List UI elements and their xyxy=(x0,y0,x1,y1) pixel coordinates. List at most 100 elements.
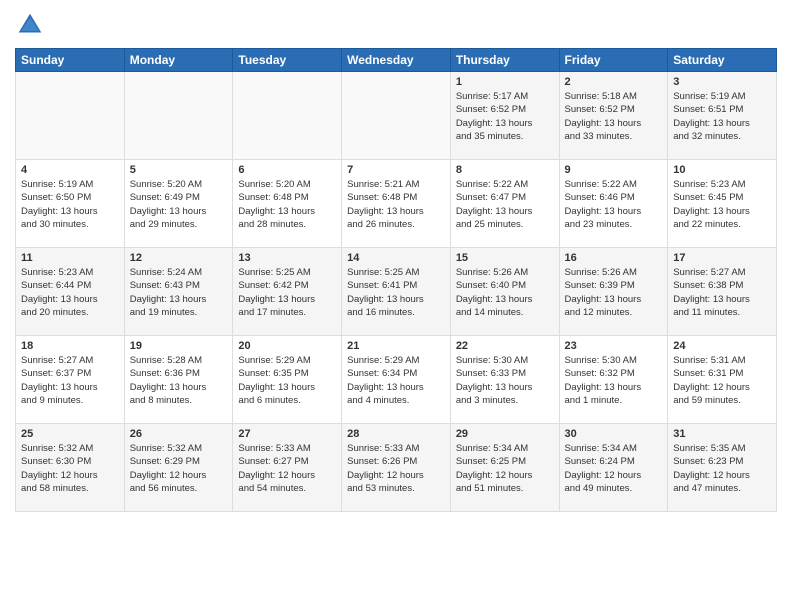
day-number: 13 xyxy=(238,252,336,264)
calendar-cell: 5 Sunrise: 5:20 AM Sunset: 6:49 PM Daylig… xyxy=(124,160,233,248)
calendar-week-row: 1 Sunrise: 5:17 AM Sunset: 6:52 PM Daylig… xyxy=(16,72,777,160)
day-number: 20 xyxy=(238,340,336,352)
day-number: 21 xyxy=(347,340,445,352)
day-info: Sunrise: 5:20 AM Sunset: 6:49 PM Dayligh… xyxy=(130,178,228,231)
day-number: 28 xyxy=(347,428,445,440)
col-header-tuesday: Tuesday xyxy=(233,49,342,72)
calendar-week-row: 18 Sunrise: 5:27 AM Sunset: 6:37 PM Dayli… xyxy=(16,336,777,424)
calendar-cell: 30 Sunrise: 5:34 AM Sunset: 6:24 PM Dayli… xyxy=(559,424,668,512)
calendar-cell: 3 Sunrise: 5:19 AM Sunset: 6:51 PM Daylig… xyxy=(668,72,777,160)
calendar-cell: 8Sunrise: 5:22 AM Sunset: 6:47 PM Daylig… xyxy=(450,160,559,248)
day-info: Sunrise: 5:31 AM Sunset: 6:31 PM Dayligh… xyxy=(673,354,771,407)
day-info: Sunrise: 5:34 AM Sunset: 6:24 PM Dayligh… xyxy=(565,442,663,495)
calendar-week-row: 11Sunrise: 5:23 AM Sunset: 6:44 PM Dayli… xyxy=(16,248,777,336)
day-number: 24 xyxy=(673,340,771,352)
col-header-sunday: Sunday xyxy=(16,49,125,72)
day-number: 5 xyxy=(130,164,228,176)
day-number: 22 xyxy=(456,340,554,352)
day-info: Sunrise: 5:26 AM Sunset: 6:40 PM Dayligh… xyxy=(456,266,554,319)
day-number: 10 xyxy=(673,164,771,176)
day-number: 16 xyxy=(565,252,663,264)
day-info: Sunrise: 5:28 AM Sunset: 6:36 PM Dayligh… xyxy=(130,354,228,407)
day-info: Sunrise: 5:26 AM Sunset: 6:39 PM Dayligh… xyxy=(565,266,663,319)
calendar-cell: 20Sunrise: 5:29 AM Sunset: 6:35 PM Dayli… xyxy=(233,336,342,424)
calendar-table: SundayMondayTuesdayWednesdayThursdayFrid… xyxy=(15,48,777,512)
day-info: Sunrise: 5:17 AM Sunset: 6:52 PM Dayligh… xyxy=(456,90,554,143)
calendar-cell: 13 Sunrise: 5:25 AM Sunset: 6:42 PM Dayli… xyxy=(233,248,342,336)
calendar-week-row: 25 Sunrise: 5:32 AM Sunset: 6:30 PM Dayli… xyxy=(16,424,777,512)
day-number: 12 xyxy=(130,252,228,264)
day-info: Sunrise: 5:27 AM Sunset: 6:38 PM Dayligh… xyxy=(673,266,771,319)
day-info: Sunrise: 5:33 AM Sunset: 6:27 PM Dayligh… xyxy=(238,442,336,495)
day-info: Sunrise: 5:27 AM Sunset: 6:37 PM Dayligh… xyxy=(21,354,119,407)
logo xyxy=(15,10,50,40)
page-container: SundayMondayTuesdayWednesdayThursdayFrid… xyxy=(0,0,792,612)
day-number: 2 xyxy=(565,76,663,88)
calendar-cell: 14Sunrise: 5:25 AM Sunset: 6:41 PM Dayli… xyxy=(342,248,451,336)
day-number: 30 xyxy=(565,428,663,440)
day-number: 3 xyxy=(673,76,771,88)
calendar-cell: 23 Sunrise: 5:30 AM Sunset: 6:32 PM Dayli… xyxy=(559,336,668,424)
col-header-thursday: Thursday xyxy=(450,49,559,72)
day-number: 18 xyxy=(21,340,119,352)
calendar-cell: 26 Sunrise: 5:32 AM Sunset: 6:29 PM Dayli… xyxy=(124,424,233,512)
day-info: Sunrise: 5:30 AM Sunset: 6:33 PM Dayligh… xyxy=(456,354,554,407)
day-number: 9 xyxy=(565,164,663,176)
calendar-cell xyxy=(233,72,342,160)
col-header-wednesday: Wednesday xyxy=(342,49,451,72)
col-header-monday: Monday xyxy=(124,49,233,72)
page-header xyxy=(15,10,777,40)
calendar-cell: 25 Sunrise: 5:32 AM Sunset: 6:30 PM Dayli… xyxy=(16,424,125,512)
day-info: Sunrise: 5:33 AM Sunset: 6:26 PM Dayligh… xyxy=(347,442,445,495)
calendar-cell xyxy=(342,72,451,160)
day-info: Sunrise: 5:32 AM Sunset: 6:30 PM Dayligh… xyxy=(21,442,119,495)
day-info: Sunrise: 5:18 AM Sunset: 6:52 PM Dayligh… xyxy=(565,90,663,143)
day-number: 14 xyxy=(347,252,445,264)
logo-icon xyxy=(15,10,45,40)
day-info: Sunrise: 5:24 AM Sunset: 6:43 PM Dayligh… xyxy=(130,266,228,319)
calendar-cell: 11Sunrise: 5:23 AM Sunset: 6:44 PM Dayli… xyxy=(16,248,125,336)
day-number: 27 xyxy=(238,428,336,440)
day-info: Sunrise: 5:23 AM Sunset: 6:45 PM Dayligh… xyxy=(673,178,771,231)
day-info: Sunrise: 5:34 AM Sunset: 6:25 PM Dayligh… xyxy=(456,442,554,495)
day-number: 11 xyxy=(21,252,119,264)
calendar-cell xyxy=(124,72,233,160)
day-number: 17 xyxy=(673,252,771,264)
col-header-friday: Friday xyxy=(559,49,668,72)
calendar-cell: 9Sunrise: 5:22 AM Sunset: 6:46 PM Daylig… xyxy=(559,160,668,248)
calendar-cell: 18 Sunrise: 5:27 AM Sunset: 6:37 PM Dayli… xyxy=(16,336,125,424)
calendar-header-row: SundayMondayTuesdayWednesdayThursdayFrid… xyxy=(16,49,777,72)
calendar-cell: 24 Sunrise: 5:31 AM Sunset: 6:31 PM Dayli… xyxy=(668,336,777,424)
calendar-cell: 16 Sunrise: 5:26 AM Sunset: 6:39 PM Dayli… xyxy=(559,248,668,336)
day-info: Sunrise: 5:22 AM Sunset: 6:47 PM Dayligh… xyxy=(456,178,554,231)
day-info: Sunrise: 5:19 AM Sunset: 6:50 PM Dayligh… xyxy=(21,178,119,231)
day-info: Sunrise: 5:20 AM Sunset: 6:48 PM Dayligh… xyxy=(238,178,336,231)
calendar-cell: 31 Sunrise: 5:35 AM Sunset: 6:23 PM Dayli… xyxy=(668,424,777,512)
calendar-cell: 22 Sunrise: 5:30 AM Sunset: 6:33 PM Dayli… xyxy=(450,336,559,424)
calendar-cell: 12 Sunrise: 5:24 AM Sunset: 6:43 PM Dayli… xyxy=(124,248,233,336)
col-header-saturday: Saturday xyxy=(668,49,777,72)
day-info: Sunrise: 5:25 AM Sunset: 6:42 PM Dayligh… xyxy=(238,266,336,319)
day-number: 6 xyxy=(238,164,336,176)
day-info: Sunrise: 5:32 AM Sunset: 6:29 PM Dayligh… xyxy=(130,442,228,495)
calendar-cell: 29Sunrise: 5:34 AM Sunset: 6:25 PM Dayli… xyxy=(450,424,559,512)
day-number: 1 xyxy=(456,76,554,88)
calendar-cell xyxy=(16,72,125,160)
day-info: Sunrise: 5:35 AM Sunset: 6:23 PM Dayligh… xyxy=(673,442,771,495)
calendar-cell: 10 Sunrise: 5:23 AM Sunset: 6:45 PM Dayli… xyxy=(668,160,777,248)
day-number: 25 xyxy=(21,428,119,440)
calendar-cell: 2 Sunrise: 5:18 AM Sunset: 6:52 PM Daylig… xyxy=(559,72,668,160)
day-info: Sunrise: 5:19 AM Sunset: 6:51 PM Dayligh… xyxy=(673,90,771,143)
calendar-cell: 21Sunrise: 5:29 AM Sunset: 6:34 PM Dayli… xyxy=(342,336,451,424)
calendar-cell: 17 Sunrise: 5:27 AM Sunset: 6:38 PM Dayli… xyxy=(668,248,777,336)
day-number: 31 xyxy=(673,428,771,440)
calendar-cell: 7Sunrise: 5:21 AM Sunset: 6:48 PM Daylig… xyxy=(342,160,451,248)
day-info: Sunrise: 5:30 AM Sunset: 6:32 PM Dayligh… xyxy=(565,354,663,407)
calendar-cell: 27 Sunrise: 5:33 AM Sunset: 6:27 PM Dayli… xyxy=(233,424,342,512)
day-number: 23 xyxy=(565,340,663,352)
calendar-cell: 6 Sunrise: 5:20 AM Sunset: 6:48 PM Daylig… xyxy=(233,160,342,248)
day-number: 19 xyxy=(130,340,228,352)
calendar-cell: 4Sunrise: 5:19 AM Sunset: 6:50 PM Daylig… xyxy=(16,160,125,248)
day-number: 15 xyxy=(456,252,554,264)
day-number: 26 xyxy=(130,428,228,440)
